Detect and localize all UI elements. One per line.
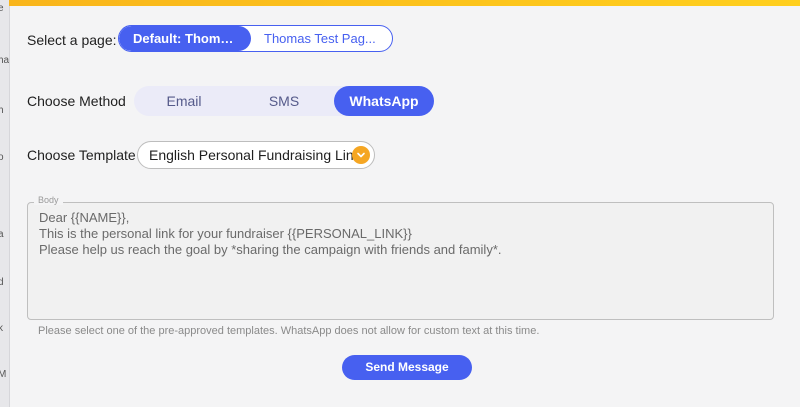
page-option-default[interactable]: Default: Thomas ... [119,26,251,51]
tab-sms[interactable]: SMS [234,86,334,116]
page-option-test[interactable]: Thomas Test Pag... [250,26,392,51]
chevron-down-icon[interactable] [352,146,370,164]
body-line: Please help us reach the goal by *sharin… [39,242,502,257]
method-label: Choose Method [27,93,126,109]
fragment-text: a [0,229,4,240]
background-sidebar-fragment: e ha h o a d k M [0,0,10,407]
helper-text: Please select one of the pre-approved te… [38,325,540,337]
page-select-label: Select a page: [27,32,117,48]
fragment-text: k [0,323,3,334]
template-select[interactable]: English Personal Fundraising Link [137,141,375,169]
tab-whatsapp[interactable]: WhatsApp [334,86,434,116]
tab-email[interactable]: Email [134,86,234,116]
fragment-text: ha [0,55,10,66]
template-label: Choose Template [27,147,136,163]
fragment-text: M [0,369,6,380]
template-value: English Personal Fundraising Link [149,147,361,163]
body-line: Dear {{NAME}}, [39,210,130,225]
fragment-text: h [0,105,4,116]
body-field-label: Body [34,195,63,205]
fragment-text: d [0,277,4,288]
body-line: This is the personal link for your fundr… [39,226,412,241]
page-selector: Default: Thomas ... Thomas Test Pag... [118,25,393,52]
body-textarea[interactable]: Dear {{NAME}}, This is the personal link… [27,202,774,320]
fragment-text: e [0,3,4,14]
method-tabs: Email SMS WhatsApp [134,86,434,116]
body-text: Dear {{NAME}}, This is the personal link… [39,210,502,258]
send-message-button[interactable]: Send Message [342,355,472,380]
message-panel: Select a page: Default: Thomas ... Thoma… [10,6,800,407]
fragment-text: o [0,152,4,163]
